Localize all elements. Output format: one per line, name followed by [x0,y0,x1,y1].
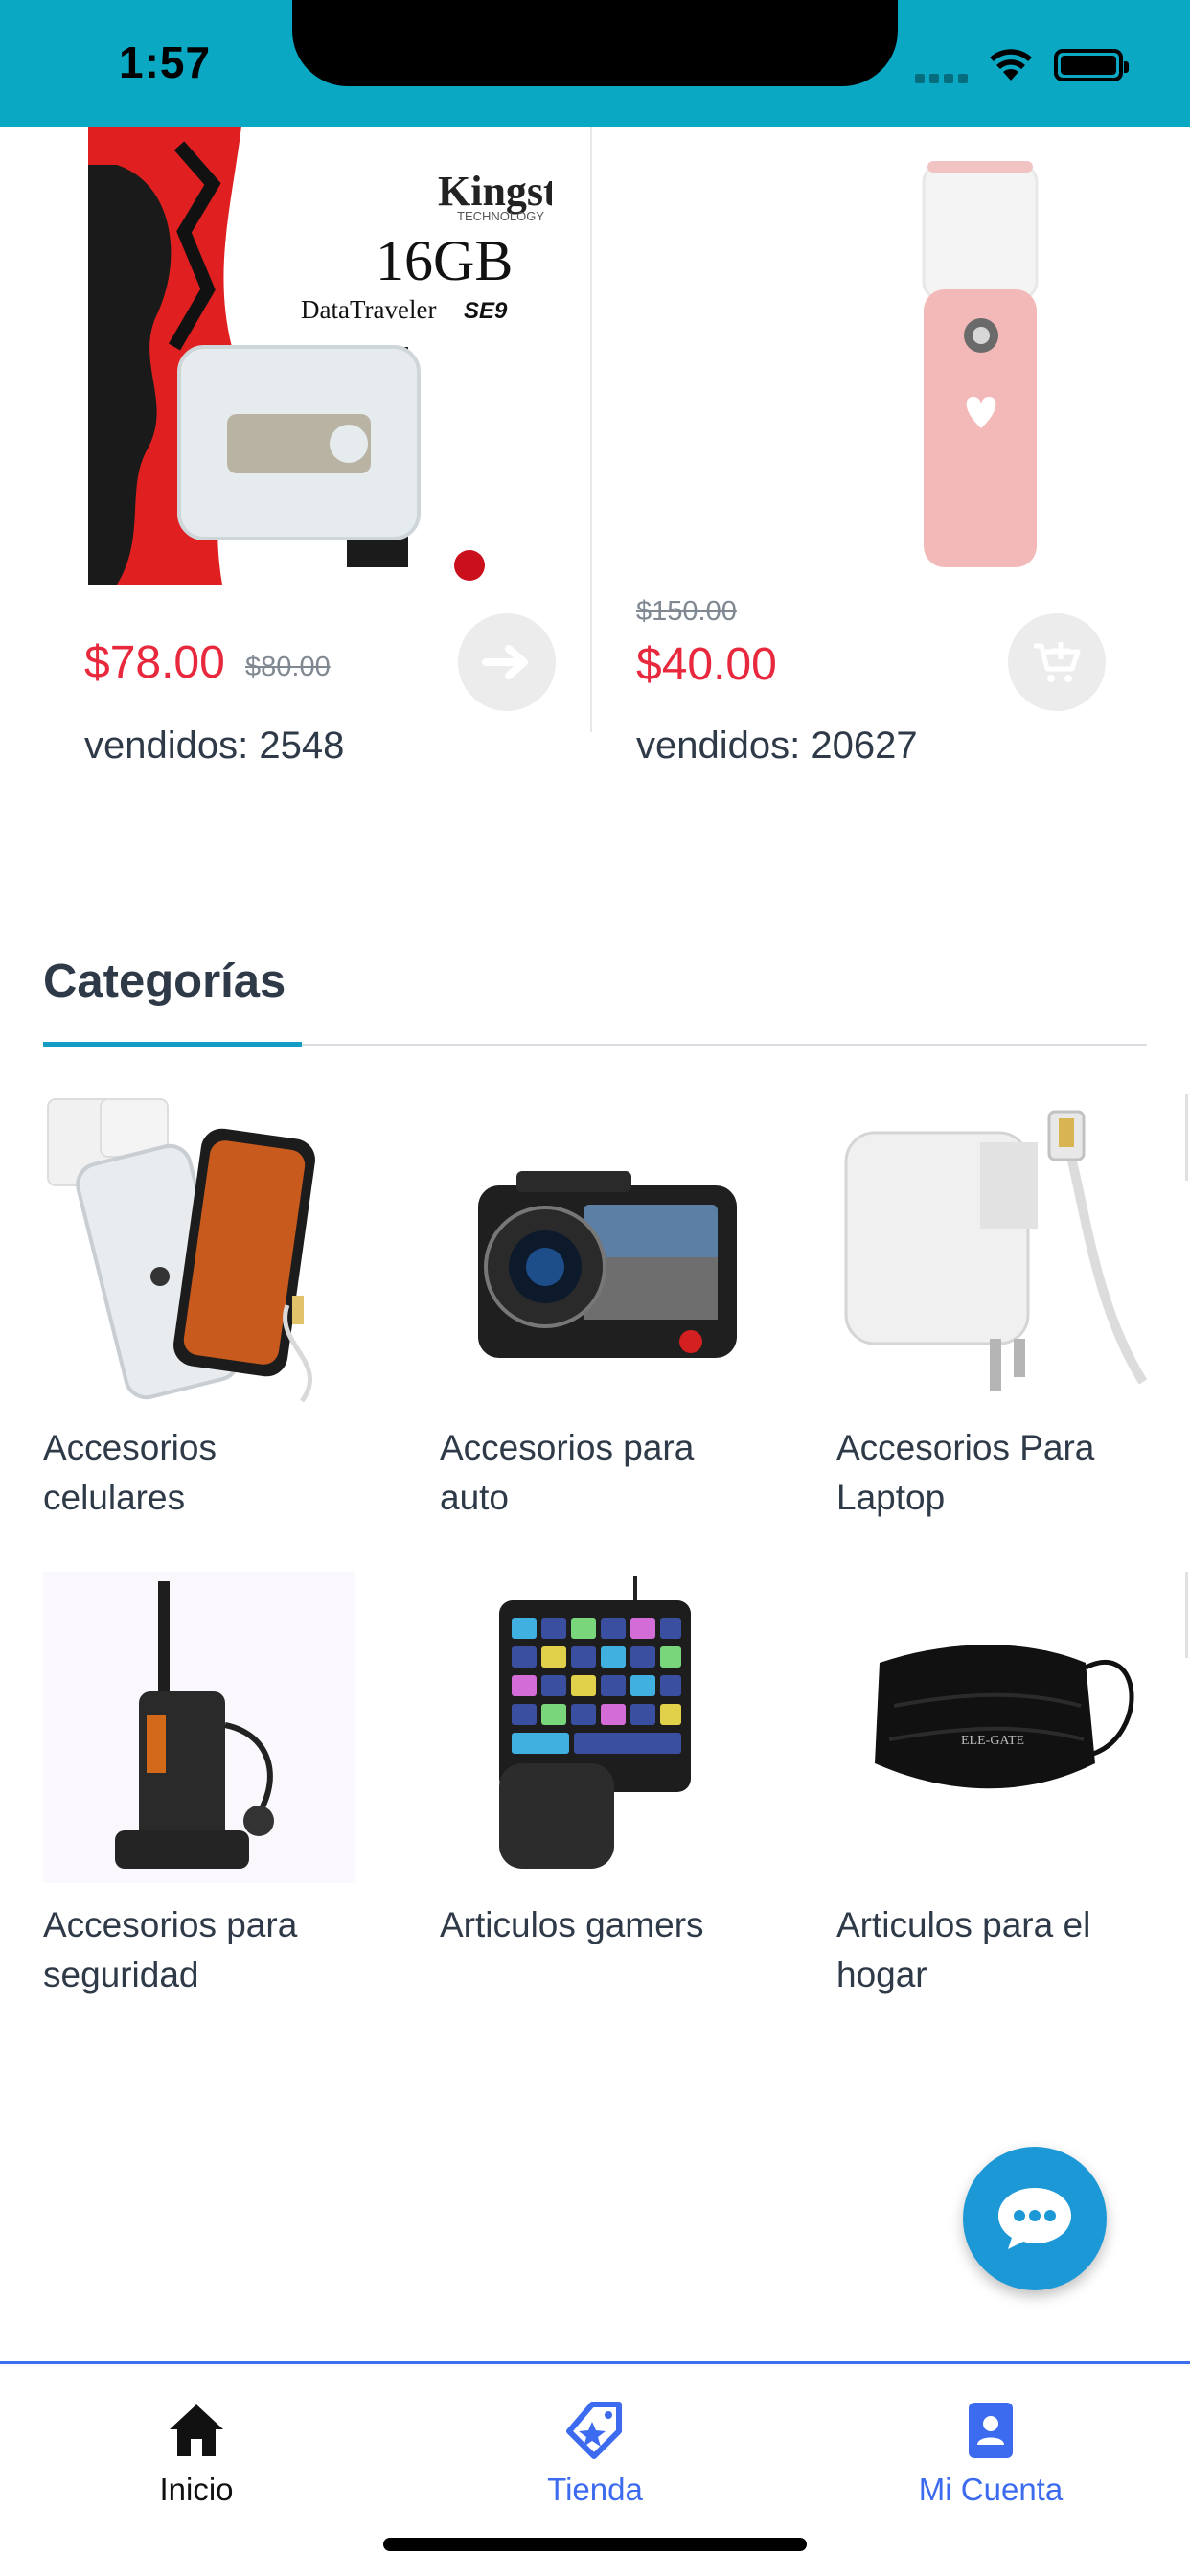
battery-icon [1054,49,1129,81]
product-image-usb[interactable]: Kingston TECHNOLOGY 16GB DataTraveler SE… [88,126,552,585]
category-accesorios-laptop[interactable]: Accesorios Para Laptop [836,1094,1190,1523]
home-indicator[interactable] [383,2538,807,2551]
home-icon [170,2404,223,2456]
product-card-usb[interactable]: Kingston TECHNOLOGY 16GB DataTraveler SE… [0,126,592,767]
horizontal-scroll-indicator [1185,1572,1188,1658]
nav-inicio[interactable]: Inicio [53,2397,340,2508]
chat-bubble-icon [998,2188,1071,2249]
category-accesorios-celulares[interactable]: Accesorios celulares [43,1094,407,1523]
nav-label: Mi Cuenta [918,2472,1064,2507]
wifi-icon [990,49,1032,80]
product-sold-count: vendidos: 20627 [636,724,918,767]
category-image-walkie-talkie[interactable] [43,1572,355,1883]
status-time: 1:57 [119,37,212,87]
product-card-mister[interactable]: $150.00 $40.00 vendidos: 20627 [594,126,1190,797]
nav-mi-cuenta[interactable]: Mi Cuenta [847,2397,1134,2508]
nav-label: Inicio [159,2472,234,2507]
contact-book-icon [969,2403,1013,2458]
product-price: $40.00 [636,639,777,690]
notch [292,0,898,86]
arrow-right-icon [482,645,528,679]
view-product-button[interactable] [458,613,556,711]
horizontal-scroll-indicator [1185,1094,1188,1181]
capacity-text: 16GB [376,229,513,292]
nav-label: Tienda [547,2472,643,2507]
category-label: Accesorios para auto [440,1428,695,1517]
product-image-mister[interactable] [818,126,1106,585]
cellular-signal-icon [915,71,973,88]
category-image-face-mask[interactable]: ELE-GATE [836,1572,1148,1883]
section-title-underline [43,1042,302,1047]
category-articulos-gamers[interactable]: Articulos gamers [440,1572,804,1950]
categories-title: Categorías [43,955,286,1007]
category-label: Accesorios Para Laptop [836,1428,1095,1517]
product-old-price: $80.00 [245,652,331,682]
chat-button[interactable] [963,2147,1107,2290]
tag-star-icon [566,2402,622,2459]
category-image-gaming-keypad[interactable] [440,1572,751,1883]
product-price: $78.00 [84,637,225,688]
nav-tienda[interactable]: Tienda [451,2397,739,2508]
add-to-cart-button[interactable] [1008,613,1106,711]
product-old-price: $150.00 [636,596,737,627]
category-label: Accesorios celulares [43,1428,217,1517]
status-bar: 1:57 [0,0,1190,126]
add-to-cart-icon [1034,642,1081,682]
category-label: Accesorios para seguridad [43,1905,298,1994]
product-sold-count: vendidos: 2548 [84,724,345,767]
category-label: Articulos gamers [440,1905,704,1944]
model-suffix-text: SE9 [464,298,508,324]
category-image-smartphone[interactable] [43,1094,355,1406]
brand-sub-text: TECHNOLOGY [457,209,544,223]
category-accesorios-seguridad[interactable]: Accesorios para seguridad [43,1572,407,2000]
category-label: Articulos para el hogar [836,1905,1091,1994]
svg-text:ELE-GATE: ELE-GATE [961,1734,1024,1748]
category-image-dashcam[interactable] [440,1094,751,1406]
port-text: USB 2.0 [509,444,535,529]
category-articulos-hogar[interactable]: ELE-GATE Articulos para el hogar [836,1572,1190,2000]
category-image-laptop-charger[interactable] [836,1094,1148,1406]
model-text: DataTraveler [301,295,436,324]
category-accesorios-auto[interactable]: Accesorios para auto [440,1094,804,1523]
brand-text: Kingston [438,168,552,215]
